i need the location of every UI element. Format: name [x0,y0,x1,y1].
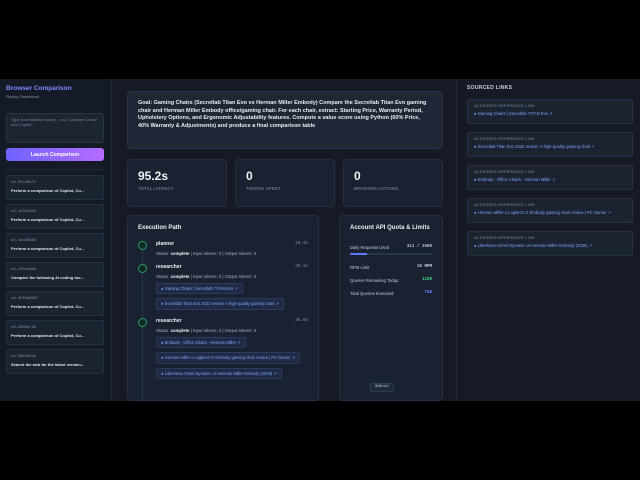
total-queries-label: Total Queries Executed: [350,291,395,296]
sourced-link-card[interactable]: ACCESSED REFERENCE LINK ● LiberNovo Omni … [467,231,633,256]
rpm-value: 15 RPM [416,265,432,269]
step-duration: 35.1s [295,264,308,269]
sourced-link-card[interactable]: ACCESSED REFERENCE LINK ● Embody - Office… [467,165,633,190]
step-status-icon [138,317,147,327]
session-id: c8-2bf0a0087 [11,297,39,301]
session-item[interactable]: c8-33b79cbb Search the web for the latest… [6,349,104,374]
session-item[interactable]: c8-2958e739 Perform a comparison of Copil… [6,320,104,345]
sidebar: Browser Comparison Replay Dashboard Type… [0,79,112,401]
launch-comparison-button[interactable]: Launch Comparison [6,148,104,161]
daily-requests-bar-fill [350,253,367,255]
source-link-chip[interactable]: ● Herman Miller x Logitech G Embody gami… [156,352,301,364]
session-id: c8-1c3c0102 [11,210,37,214]
app-window: Browser Comparison Replay Dashboard Type… [0,79,640,401]
link-card-label: ACCESSED REFERENCE LINK [474,137,536,141]
divider [6,169,104,170]
session-title: Perform a comparison of Copilot, Cu... [11,246,85,251]
sourced-link[interactable]: ● Herman Miller x Logitech G Embody gami… [474,210,626,215]
stat-value: 95.2s [138,169,169,183]
source-link-chip[interactable]: ● Gaming Chairs | Secretlab TITAN Evo ↗ [156,283,243,295]
stat-label: TOTAL LATENCY [138,186,174,191]
link-card-label: ACCESSED REFERENCE LINK [474,203,536,207]
sourced-links-title: SOURCED LINKS [467,85,513,91]
session-title: Perform a comparison of Copilot, Cu... [11,304,85,309]
goal-card: Goal: Gaming Chairs (Secretlab Titan Evo… [127,91,443,149]
session-id: c8-2958e739 [11,326,37,330]
remaining-value: 1189 [421,278,432,282]
sourced-link[interactable]: ● Embody - Office Chairs - Herman Miller… [474,177,626,182]
session-title: Search the web for the latest version... [11,362,85,367]
session-id: c8-1dd20382 [11,239,37,243]
step-status: Status: complete | Input tokens: 0 | Out… [156,274,257,279]
session-item[interactable]: c8-0fcc0b71 Perform a comparison of Copil… [6,175,104,200]
execution-timeline: planner 10.4s Status: complete | Input t… [138,241,308,401]
app-title: Browser Comparison [6,85,72,92]
step-name: researcher [156,317,182,324]
step-status: Status: complete | Input tokens: 0 | Out… [156,251,257,256]
execution-path-panel: Execution Path planner 10.4s Status: com… [127,215,319,401]
edit-tag[interactable]: 88Edit [370,383,395,392]
api-quota-panel: Account API Quota & Limits Daily Request… [339,215,443,401]
daily-requests-value: 311 / 1500 [406,245,432,249]
link-card-label: ACCESSED REFERENCE LINK [474,170,536,174]
remaining-label: Queries Remaining Today: [350,278,400,283]
link-card-label: ACCESSED REFERENCE LINK [474,236,536,240]
sourced-link[interactable]: ● Gaming Chairs | Secretlab TITAN Evo ↗ [474,111,626,116]
session-title: Perform a comparison of Copilot, Cu... [11,188,85,193]
stat-value: 0 [354,169,361,183]
session-title: Compare the following AI coding too... [11,275,84,280]
rpm-label: RPM Limit [350,265,370,270]
stat-browser-actions: 0 BROWSER ACTIONS [343,159,443,207]
session-item[interactable]: c8-1c3c0102 Perform a comparison of Copil… [6,204,104,229]
step-researcher: researcher 35.6s Status: complete | Inpu… [138,317,308,380]
step-name: planner [156,241,175,247]
total-queries-value: 768 [424,291,432,295]
source-link-chip[interactable]: ● Secretlab Titan Evo 2022 review: A hig… [156,298,285,310]
sourced-link-card[interactable]: ACCESSED REFERENCE LINK ● Secretlab Titan… [467,132,633,157]
step-duration: 10.4s [295,241,308,246]
stat-label: TOKENS SPENT [246,186,281,191]
session-id: c8-2d0ca09e [11,268,37,272]
execution-path-title: Execution Path [138,225,182,231]
sourced-link[interactable]: ● Secretlab Titan Evo 2022 review: A hig… [474,144,626,149]
source-link-chip[interactable]: ● Embody - Office Chairs - Herman Miller… [156,336,246,349]
rpm-row: RPM Limit 15 RPM [350,265,432,270]
link-card-label: ACCESSED REFERENCE LINK [474,104,536,108]
sourced-link[interactable]: ● LiberNovo Omni Dynamic vs Herman Mille… [474,243,626,248]
main-panel: Goal: Gaming Chairs (Secretlab Titan Evo… [113,79,455,401]
sourced-link-card[interactable]: ACCESSED REFERENCE LINK ● Herman Miller x… [467,198,633,223]
session-id: c8-33b79cbb [11,355,37,359]
session-title: Perform a comparison of Copilot, Cu... [11,333,85,338]
step-status-icon [138,241,147,250]
daily-requests-bar [350,253,432,255]
stat-label: BROWSER ACTIONS [354,186,399,191]
step-status-icon [138,264,147,273]
api-quota-title: Account API Quota & Limits [350,225,430,231]
daily-requests-label: Daily Requests Used [350,245,390,250]
remaining-row: Queries Remaining Today: 1189 [350,278,432,283]
session-list: c8-0fcc0b71 Perform a comparison of Copil… [6,175,105,374]
source-link-chip[interactable]: ● LiberNovo Omni Dynamic vs Herman Mille… [156,367,282,380]
stat-latency: 95.2s TOTAL LATENCY [127,159,227,207]
step-planner: planner 10.4s Status: complete | Input t… [138,241,308,256]
step-name: researcher [156,264,182,270]
session-item[interactable]: c8-1dd20382 Perform a comparison of Copil… [6,233,104,258]
session-id: c8-0fcc0b71 [11,181,37,185]
sourced-link-card[interactable]: ACCESSED REFERENCE LINK ● Gaming Chairs |… [467,99,633,124]
step-status: Status: complete | Input tokens: 0 | Out… [156,327,257,333]
total-queries-row: Total Queries Executed: 768 [350,291,432,296]
stat-tokens: 0 TOKENS SPENT [235,159,335,207]
app-subtitle: Replay Dashboard [6,94,40,99]
step-researcher: researcher 35.1s Status: complete | Inpu… [138,264,308,310]
sourced-links-panel: SOURCED LINKS ACCESSED REFERENCE LINK ● G… [456,79,640,401]
step-duration: 35.6s [295,317,308,323]
daily-requests-row: Daily Requests Used 311 / 1500 [350,245,432,250]
query-input[interactable]: Type a comparison query... e.g. Compare … [6,113,104,143]
session-item[interactable]: c8-2bf0a0087 Perform a comparison of Copi… [6,291,104,316]
session-title: Perform a comparison of Copilot, Cu... [11,217,85,222]
stat-value: 0 [246,169,253,183]
session-item[interactable]: c8-2d0ca09e Compare the following AI codi… [6,262,104,287]
